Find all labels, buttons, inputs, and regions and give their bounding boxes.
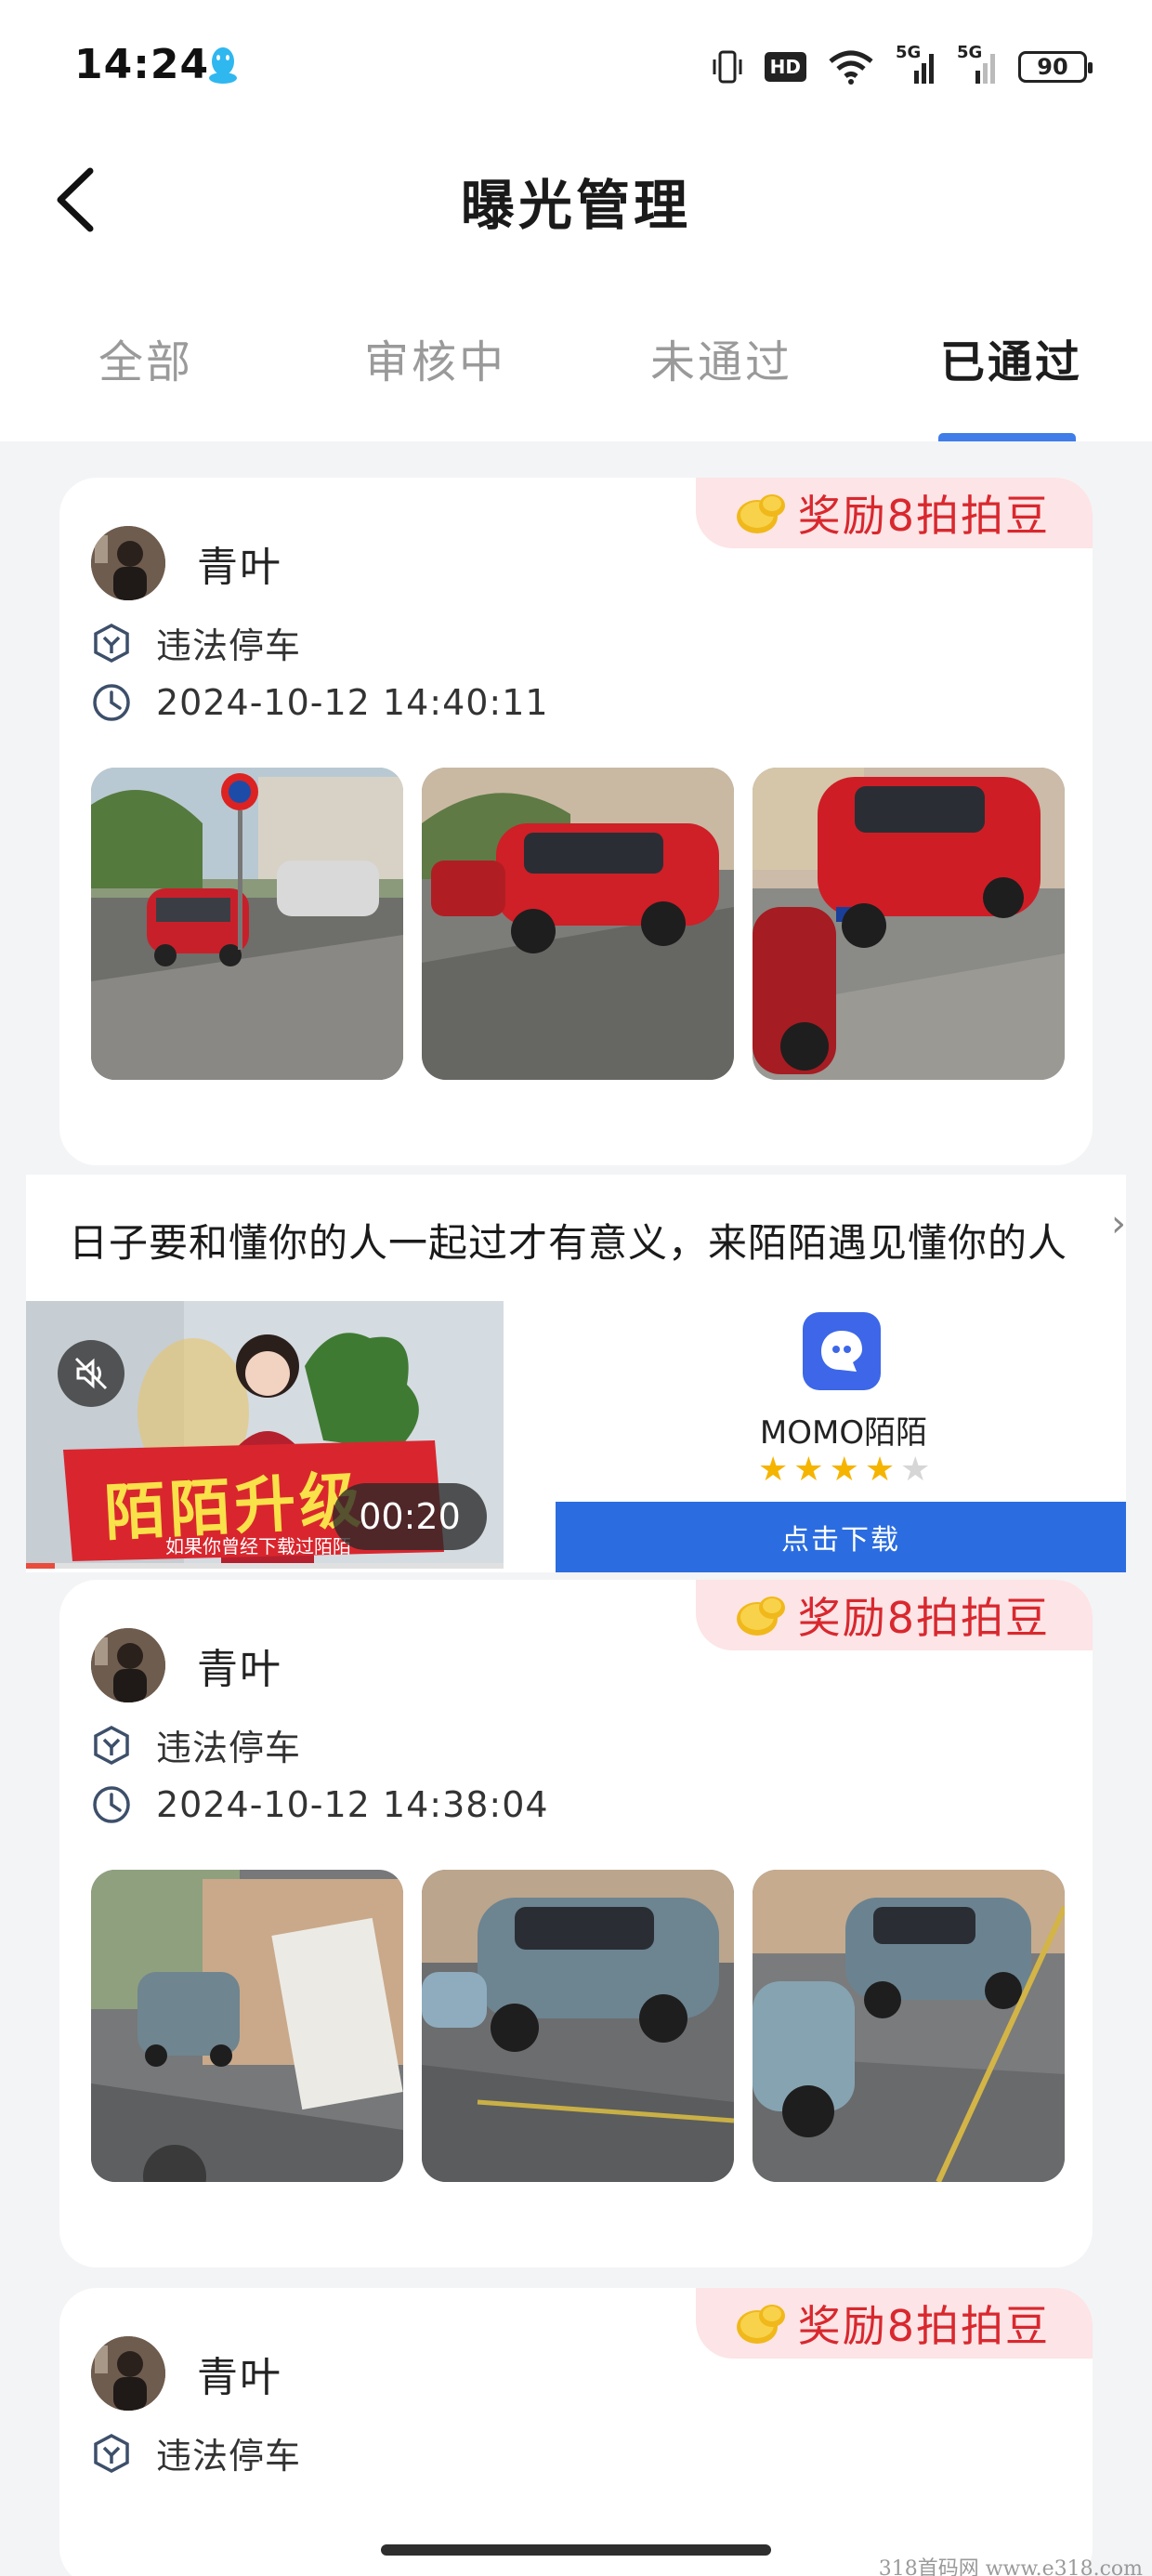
page-title: 曝光管理 (460, 174, 691, 237)
evidence-photo[interactable] (91, 1870, 403, 2182)
ad-text: 日子要和懂你的人一起过才有意义，来陌陌遇见懂你的人 (69, 1220, 1068, 1266)
star-icon: ★ (793, 1451, 824, 1489)
wifi-icon (829, 50, 873, 85)
status-bar: 14:24 HD 5G 5G 90 (0, 0, 1152, 139)
star-icon: ★ (900, 1451, 931, 1489)
tab-all[interactable]: 全部 (98, 325, 193, 390)
tab-rejected[interactable]: 未通过 (650, 325, 792, 390)
star-icon: ★ (829, 1451, 859, 1489)
violation-type: 违法停车 (156, 625, 302, 666)
download-button[interactable]: 点击下载 (556, 1502, 1126, 1572)
category-icon (94, 1725, 129, 1765)
coin-icon (736, 2305, 785, 2344)
reward-text: 奖励8拍拍豆 (797, 2301, 1050, 2351)
evidence-photo[interactable] (422, 768, 734, 1080)
hd-icon: HD (764, 52, 806, 82)
violation-type: 违法停车 (156, 1728, 302, 1768)
reward-text: 奖励8拍拍豆 (797, 491, 1050, 541)
username: 青叶 (197, 2354, 282, 2401)
evidence-photo[interactable] (753, 1870, 1065, 2182)
category-icon (94, 2433, 129, 2473)
post-card[interactable]: 奖励8拍拍豆 青叶 违法停车 2024-10-12 14:40:11 (59, 478, 1093, 1165)
momo-app-logo (803, 1312, 881, 1390)
evidence-photo[interactable] (422, 1870, 734, 2182)
app-rating: ★ ★ ★ ★ ★ (758, 1453, 930, 1487)
tab-bar: 全部 审核中 未通过 已通过 (0, 269, 1152, 441)
app-name: MOMO陌陌 (759, 1414, 928, 1452)
reward-text: 奖励8拍拍豆 (797, 1593, 1050, 1643)
ad-banner[interactable]: 日子要和懂你的人一起过才有意义，来陌陌遇见懂你的人 › 陌陌升级 如果你曾经下载… (26, 1175, 1126, 1572)
signal-icon-2: 5G (957, 43, 998, 87)
post-card[interactable]: 奖励8拍拍豆 青叶 违法停车 (59, 2288, 1093, 2576)
watermark: 318首码网 www.e318.com (878, 2557, 1143, 2576)
coin-icon (736, 494, 785, 533)
evidence-photo[interactable] (91, 768, 403, 1080)
avatar (91, 1628, 165, 1702)
tab-reviewing[interactable]: 审核中 (364, 325, 506, 390)
mute-icon (74, 1357, 108, 1390)
star-icon: ★ (864, 1451, 896, 1489)
avatar (91, 2336, 165, 2411)
evidence-photo[interactable] (753, 768, 1065, 1080)
battery-icon: 90 (1018, 51, 1093, 83)
coin-icon (736, 1597, 785, 1636)
username: 青叶 (197, 1646, 282, 1693)
home-indicator[interactable] (381, 2544, 771, 2556)
video-subtitle: 如果你曾经下载过陌陌 (165, 1535, 351, 1557)
username: 青叶 (197, 544, 282, 591)
clock-icon (93, 1786, 130, 1823)
mute-button[interactable] (58, 1340, 124, 1407)
post-datetime: 2024-10-12 14:40:11 (156, 682, 549, 723)
reward-badge: 奖励8拍拍豆 (695, 478, 1093, 548)
post-datetime: 2024-10-12 14:38:04 (156, 1784, 549, 1825)
reward-badge: 奖励8拍拍豆 (695, 1580, 1093, 1650)
qq-icon (209, 47, 237, 84)
tab-approved[interactable]: 已通过 (940, 325, 1082, 390)
category-icon (94, 623, 129, 663)
active-tab-indicator (938, 433, 1076, 441)
ad-video[interactable]: 陌陌升级 如果你曾经下载过陌陌 00:20 (26, 1301, 504, 1569)
post-card[interactable]: 奖励8拍拍豆 青叶 违法停车 2024-10-12 14:38:04 (59, 1580, 1093, 2267)
ad-close-icon[interactable]: › (1111, 1203, 1126, 1245)
status-time: 14:24 (74, 41, 210, 88)
avatar (91, 526, 165, 600)
header: 曝光管理 (0, 139, 1152, 269)
star-icon: ★ (758, 1451, 789, 1489)
clock-icon (93, 684, 130, 721)
reward-badge: 奖励8拍拍豆 (695, 2288, 1093, 2359)
video-timer: 00:20 (333, 1483, 487, 1550)
video-progress-bar (26, 1563, 504, 1569)
vibrate-icon (713, 50, 742, 84)
signal-icon-1: 5G (896, 43, 936, 87)
violation-type: 违法停车 (156, 2436, 302, 2477)
